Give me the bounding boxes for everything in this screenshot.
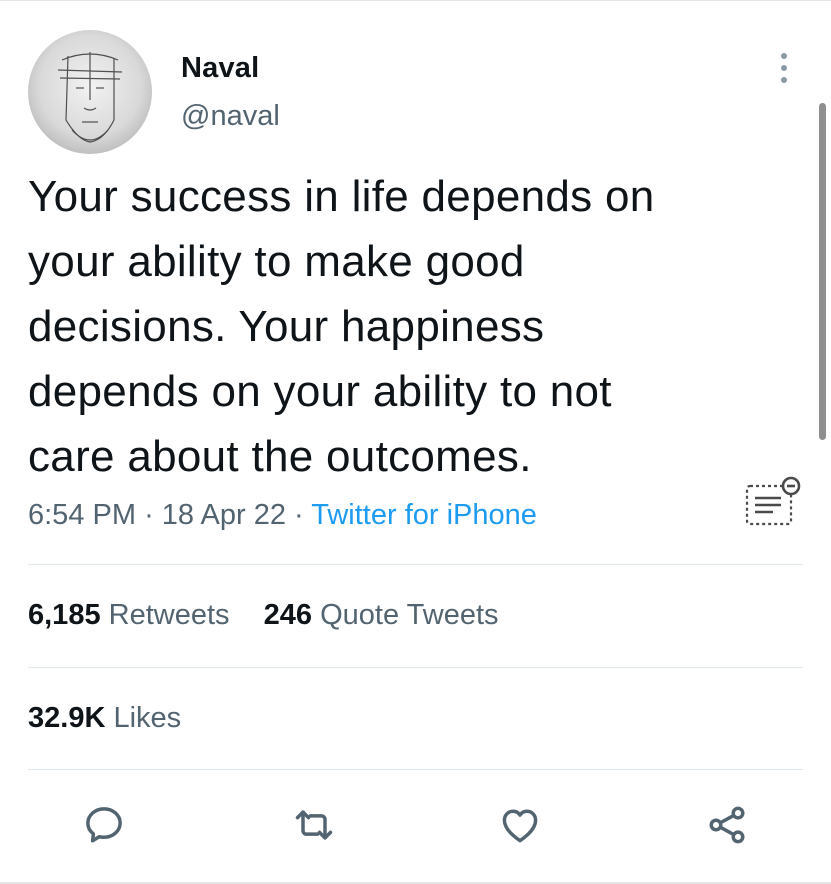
retweet-quote-stats: 6,185 Retweets 246 Quote Tweets <box>28 599 499 632</box>
heart-icon <box>502 809 538 843</box>
document-minus-icon[interactable] <box>743 474 805 528</box>
author-name[interactable]: Naval <box>181 52 259 85</box>
meta-separator: · <box>294 499 304 531</box>
tweet-text-line: depends on your ability to not <box>28 367 612 416</box>
tweet-text-line: decisions. Your happiness <box>28 302 545 351</box>
reply-button[interactable] <box>80 801 128 849</box>
share-icon <box>709 806 745 844</box>
tweet-time[interactable]: 6:54 PM <box>28 499 136 531</box>
likes-count: 32.9K <box>28 702 106 734</box>
tweet-text-line: care about the outcomes. <box>28 432 532 481</box>
more-options-icon[interactable] <box>770 48 798 88</box>
quote-tweets-stat[interactable]: 246 Quote Tweets <box>264 599 499 631</box>
divider <box>28 667 803 668</box>
reply-icon <box>86 807 122 843</box>
likes-label: Likes <box>113 702 182 734</box>
tweet-meta: 6:54 PM · 18 Apr 22 · Twitter for iPhone <box>28 499 537 532</box>
divider <box>28 769 803 770</box>
retweet-icon <box>295 810 333 840</box>
like-button[interactable] <box>496 801 544 849</box>
retweets-count: 6,185 <box>28 599 101 631</box>
divider <box>28 564 803 565</box>
retweets-label: Retweets <box>108 599 230 631</box>
tweet-date[interactable]: 18 Apr 22 <box>162 499 286 531</box>
tweet-source-link[interactable]: Twitter for iPhone <box>311 499 537 531</box>
author-handle[interactable]: @naval <box>181 100 280 133</box>
avatar-sketch-image <box>57 52 123 143</box>
tweet-text-line: Your success in life depends on <box>28 172 655 221</box>
tweet-text-line: your ability to make good <box>28 237 525 286</box>
top-divider <box>0 0 831 1</box>
likes-stat[interactable]: 32.9K Likes <box>28 702 181 735</box>
meta-separator: · <box>144 499 154 531</box>
quote-tweets-count: 246 <box>263 599 313 631</box>
avatar[interactable] <box>28 30 152 154</box>
tweet-text: Your success in life depends on your abi… <box>28 164 788 489</box>
share-button[interactable] <box>703 801 751 849</box>
scrollbar[interactable] <box>819 103 826 440</box>
retweets-stat[interactable]: 6,185 Retweets <box>28 599 238 631</box>
retweet-button[interactable] <box>290 801 338 849</box>
quote-tweets-label: Quote Tweets <box>320 599 499 631</box>
